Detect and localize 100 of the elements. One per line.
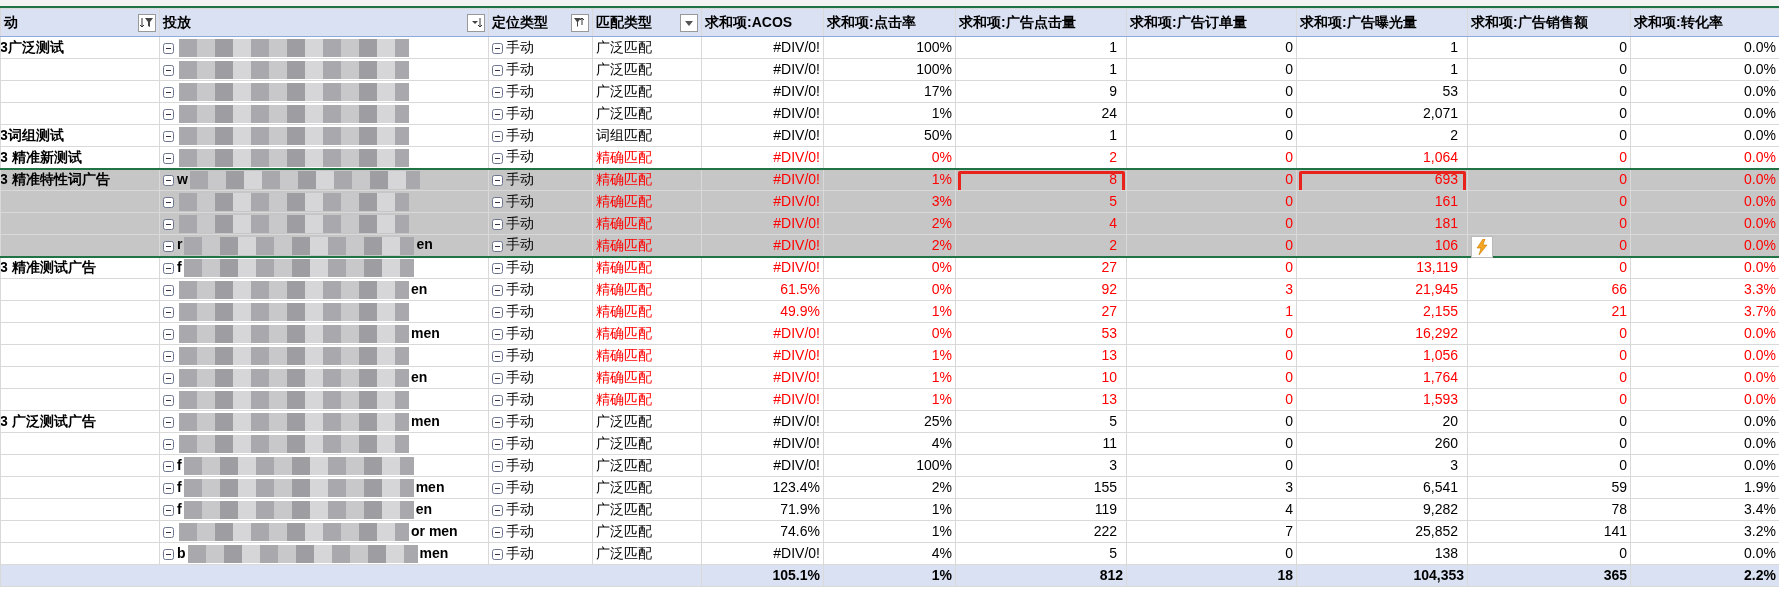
table-cell: 0 [1285,193,1293,209]
table-cell: 1 [1285,303,1293,319]
table-cell: 广泛匹配 [596,479,652,495]
table-cell: #DIV/0! [773,83,820,99]
table-cell: 精确匹配 [596,303,652,319]
table-cell: 0.0% [1744,193,1776,209]
table-cell: 精确匹配 [596,369,652,385]
table-cell: 0 [1285,83,1293,99]
table-cell: 21,945 [1415,281,1458,297]
table-cell: 手动 [506,390,534,407]
table-cell: 0.0% [1744,545,1776,561]
filter-icon[interactable] [571,13,589,32]
table-cell: 155 [1093,479,1117,495]
table-cell: 0.0% [1744,148,1776,165]
keyword-fragment: f [177,456,182,473]
total-cell: 104,353 [1413,567,1464,583]
table-cell: 0.0% [1744,215,1776,231]
keyword-fragment: or men [411,522,458,539]
keyword-fragment: en [411,280,428,297]
table-cell: 0 [1619,148,1627,165]
table-cell: 3% [931,193,952,209]
table-cell: 1 [1450,39,1458,55]
table-cell: 0.0% [1744,236,1776,253]
table-cell: 0.0% [1744,391,1776,407]
table-cell: 2 [1109,236,1117,253]
table-cell: 手动 [506,368,534,385]
table-cell: 0% [931,281,952,297]
table-cell: 0.0% [1744,369,1776,385]
table-cell: 3.4% [1744,501,1776,517]
table-cell: 1% [931,523,952,539]
column-header: 匹配类型 [596,13,652,32]
table-cell: 0 [1285,171,1293,188]
table-cell: 0 [1285,413,1293,429]
table-cell: 精确匹配 [596,325,652,341]
table-cell: 74.6% [780,523,820,539]
table-cell: 0.0% [1744,39,1776,55]
table-cell: 0% [931,259,952,276]
table-cell: 4 [1285,501,1293,517]
table-cell: #DIV/0! [773,127,820,143]
table-cell: 1.9% [1744,479,1776,495]
table-cell: 0 [1285,259,1293,276]
table-cell: 1% [931,347,952,363]
table-cell: 精确匹配 [596,236,652,253]
table-cell: 138 [1434,545,1458,561]
table-cell: 广泛匹配 [596,545,652,561]
sort-icon[interactable] [467,13,485,32]
table-cell: 手动 [506,258,534,275]
total-cell: 2.2% [1744,567,1776,583]
table-cell: 1,764 [1422,369,1458,385]
table-cell: 2,071 [1422,105,1458,121]
table-cell: 4 [1109,215,1117,231]
table-cell: 手动 [506,456,534,473]
table-cell: 0.0% [1744,435,1776,451]
table-cell: 0 [1619,215,1627,231]
keyword-fragment: en [416,236,433,253]
table-cell: #DIV/0! [773,215,820,231]
table-cell: #DIV/0! [773,171,820,188]
table-cell: 0% [931,325,952,341]
table-cell: 精确匹配 [596,281,652,297]
table-cell: 2,155 [1422,303,1458,319]
table-cell: 27 [1101,303,1117,319]
table-cell: 0 [1619,61,1627,77]
table-cell: 0 [1619,391,1627,407]
total-cell: 365 [1603,567,1627,583]
table-cell: 0 [1285,61,1293,77]
table-cell: 181 [1434,215,1458,231]
table-cell: 3 [1450,457,1458,473]
table-cell: 0 [1619,347,1627,363]
table-cell: 4% [931,545,952,561]
sort-filter-icon[interactable] [138,13,156,32]
table-cell: 1 [1109,39,1117,55]
table-cell: 词组匹配 [596,127,652,143]
table-cell: 1 [1450,61,1458,77]
table-cell: 2 [1450,127,1458,143]
table-cell: 0 [1285,148,1293,165]
table-cell: 精确匹配 [596,259,652,276]
table-cell: 61.5% [780,281,820,297]
table-cell: 1% [931,501,952,517]
table-cell: 广泛匹配 [596,457,652,473]
table-cell: 手动 [506,346,534,363]
table-cell: 71.9% [780,501,820,517]
table-cell: #DIV/0! [773,347,820,363]
table-cell: 0.0% [1744,413,1776,429]
table-cell: 2% [931,479,952,495]
table-cell: 3.7% [1744,303,1776,319]
table-cell: 广泛匹配 [596,501,652,517]
table-cell: 24 [1101,105,1117,121]
table-cell: 手动 [506,500,534,517]
table-cell: 手动 [506,192,534,209]
table-cell: 1,593 [1422,391,1458,407]
table-cell: 6,541 [1422,479,1458,495]
keyword-fragment: b [177,544,186,561]
column-header: 求和项:广告订单量 [1130,13,1247,32]
column-header: 定位类型 [492,13,548,32]
keyword-fragment: en [415,500,432,517]
keyword-fragment: f [177,478,182,495]
total-cell: 1% [931,567,952,583]
table-cell: 手动 [506,544,534,561]
table-cell: #DIV/0! [773,193,820,209]
table-cell: 0 [1619,325,1627,341]
